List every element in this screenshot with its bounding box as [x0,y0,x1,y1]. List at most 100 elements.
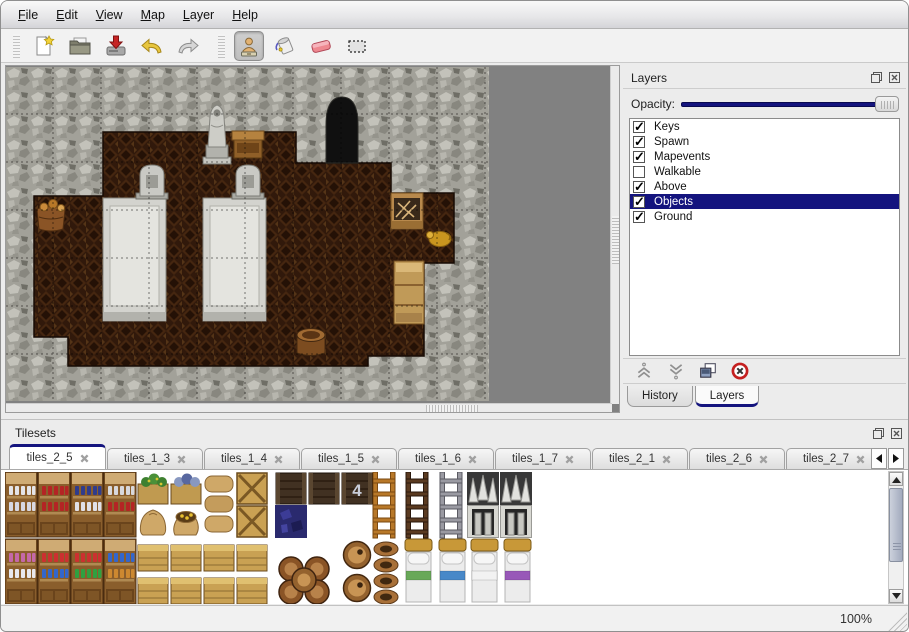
tilesets-panel: Tilesets tiles_2_5 tiles_1_3 tiles_1_4 t… [1,419,908,605]
menu-item[interactable]: View [87,4,132,26]
tileset-tab[interactable]: tiles_2_7 [786,448,871,469]
menu-item[interactable]: File [9,4,47,26]
save-file-button[interactable] [101,31,131,61]
close-tab-icon[interactable] [565,455,574,464]
gravestone-right [232,165,264,199]
resize-grip[interactable] [887,611,907,631]
map-horizontal-scroll-thumb[interactable] [426,405,478,412]
layer-row[interactable]: Spawn [630,134,899,149]
new-file-icon [32,34,56,58]
opacity-slider[interactable] [681,96,899,112]
barrel [297,329,325,356]
close-panel-icon[interactable] [888,71,901,84]
layer-row[interactable]: Keys [630,119,899,134]
close-tab-icon[interactable] [371,455,380,464]
new-file-button[interactable] [29,31,59,61]
map-vertical-scroll-thumb[interactable] [612,216,619,264]
tileset-tab[interactable]: tiles_2_1 [592,448,688,469]
gravestone-left [136,165,168,199]
barrel-basket [37,200,65,232]
opacity-label: Opacity: [623,97,681,111]
layer-label: Spawn [654,136,689,148]
tilesets-panel-header[interactable]: Tilesets [1,422,908,444]
layer-row[interactable]: Walkable [630,164,899,179]
menu-item[interactable]: Map [132,4,174,26]
menu-item[interactable]: Edit [47,4,87,26]
layer-list[interactable]: Keys Spawn Mapevents Walkable Above Obje… [629,118,900,356]
map-canvas[interactable] [6,67,489,401]
layers-panel-header[interactable]: Layers [623,67,906,89]
toolbar-drag-handle[interactable] [13,34,20,58]
close-tab-icon[interactable] [662,455,671,464]
left-arrow-icon [875,454,883,463]
map-viewport[interactable] [5,65,620,413]
tileset-tab[interactable]: tiles_1_3 [107,448,203,469]
cabinet [394,261,424,324]
tileset-tab[interactable]: tiles_2_6 [689,448,785,469]
scroll-tabs-right-button[interactable] [888,448,904,469]
tileset-canvas[interactable]: 4 [5,472,535,604]
tab-layers[interactable]: Layers [695,386,760,407]
close-tab-icon[interactable] [80,454,89,463]
tileset-tab[interactable]: tiles_2_5 [9,444,106,469]
map-vertical-scrollbar[interactable] [610,66,619,404]
layer-row[interactable]: Ground [630,209,899,224]
layer-visibility-checkbox[interactable] [633,181,645,193]
layer-visibility-checkbox[interactable] [633,136,645,148]
map-horizontal-scrollbar[interactable] [6,403,612,412]
eraser-tool-button[interactable] [306,31,336,61]
open-file-button[interactable] [65,31,95,61]
close-tab-icon[interactable] [468,455,477,464]
layer-row[interactable]: Objects [630,194,899,209]
layer-row[interactable]: Above [630,179,899,194]
layer-row[interactable]: Mapevents [630,149,899,164]
close-tab-icon[interactable] [177,455,186,464]
tileset-tab-label: tiles_2_7 [803,453,849,465]
dock-bottom-tabs: History Layers [627,386,761,407]
scroll-up-button[interactable] [889,472,903,486]
duplicate-layer-icon[interactable] [699,362,717,380]
close-tab-icon[interactable] [759,455,768,464]
select-tool-button[interactable] [342,31,372,61]
tileset-tab[interactable]: tiles_1_7 [495,448,591,469]
opacity-slider-track[interactable] [681,102,899,107]
fill-tool-button[interactable] [270,31,300,61]
redo-button[interactable] [173,31,203,61]
stone-platform-right [203,198,266,321]
layer-visibility-checkbox[interactable] [633,166,645,178]
float-panel-icon[interactable] [872,427,885,440]
menu-item[interactable]: Help [223,4,267,26]
open-folder-icon [68,34,92,58]
opacity-slider-handle[interactable] [875,96,899,112]
close-panel-icon[interactable] [890,427,903,440]
move-layer-up-icon[interactable] [635,362,653,380]
tileset-scroll-thumb[interactable] [889,488,903,562]
menu-bar: FileEditViewMapLayerHelp [1,1,908,29]
cave-entrance [326,97,358,163]
layer-label: Walkable [654,166,701,178]
layer-visibility-checkbox[interactable] [633,211,645,223]
undo-button[interactable] [137,31,167,61]
scroll-tabs-left-button[interactable] [871,448,887,469]
layer-visibility-checkbox[interactable] [633,196,645,208]
layer-visibility-checkbox[interactable] [633,151,645,163]
tileset-tab[interactable]: tiles_1_4 [204,448,300,469]
move-layer-down-icon[interactable] [667,362,685,380]
scroll-down-button[interactable] [889,589,903,603]
delete-layer-icon[interactable] [731,362,749,380]
stamp-tool-button[interactable] [234,31,264,61]
fill-tool-icon [272,33,298,59]
close-tab-icon[interactable] [274,455,283,464]
tileset-tab[interactable]: tiles_1_6 [398,448,494,469]
tileset-tab[interactable]: tiles_1_5 [301,448,397,469]
close-tab-icon[interactable] [856,455,865,464]
tileset-vertical-scrollbar[interactable] [888,471,904,604]
select-tool-icon [345,34,369,58]
toolbar [1,29,908,63]
tab-history[interactable]: History [627,386,693,407]
layer-visibility-checkbox[interactable] [633,121,645,133]
menu-item[interactable]: Layer [174,4,223,26]
stone-platform-left [103,198,166,321]
toolbar-drag-handle[interactable] [218,34,225,58]
float-panel-icon[interactable] [870,71,883,84]
